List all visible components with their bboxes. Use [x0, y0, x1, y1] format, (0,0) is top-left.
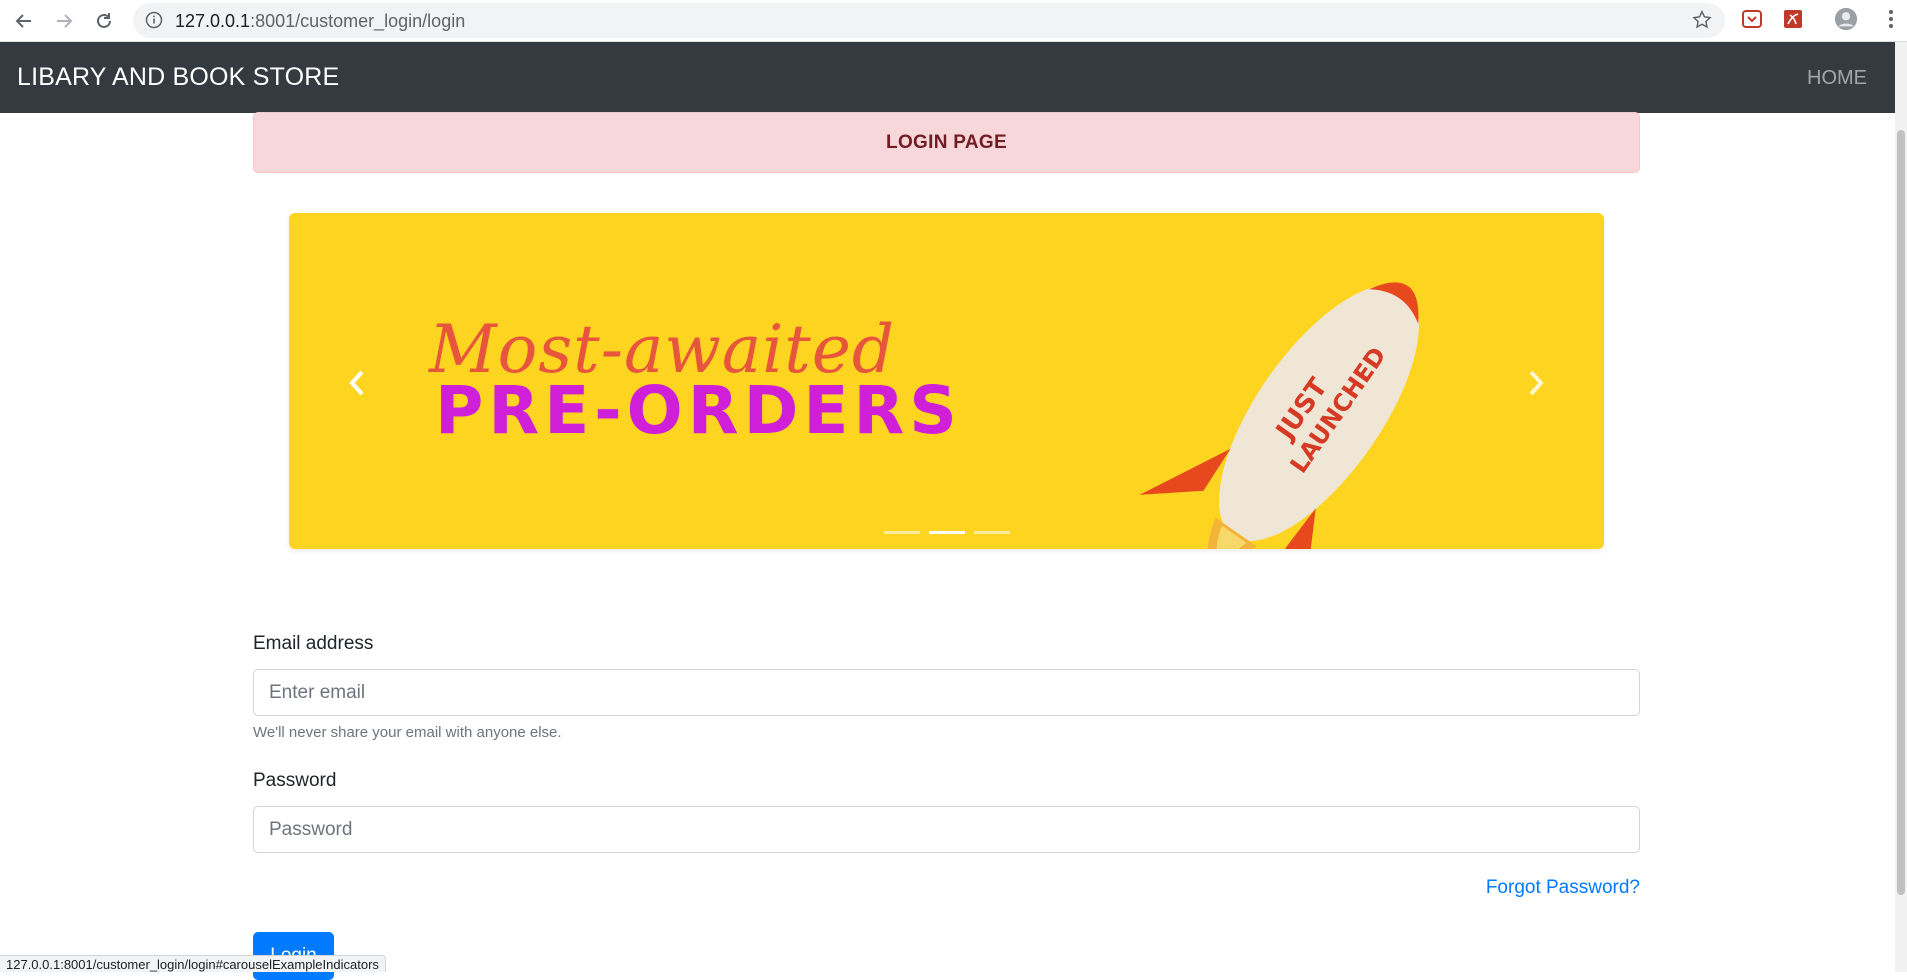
pdf-extension-icon[interactable]: [1781, 7, 1805, 31]
carousel-indicator-active[interactable]: [928, 531, 965, 534]
promo-carousel: Most-awaited PRE-ORDERS JUST LAUNCHED: [289, 213, 1604, 549]
url-path: :8001/customer_login/login: [250, 11, 466, 31]
url-host: 127.0.0.1: [175, 11, 251, 31]
alert-title: LOGIN PAGE: [886, 131, 1007, 153]
email-label: Email address: [253, 633, 374, 654]
email-field[interactable]: [253, 669, 1640, 716]
forward-icon[interactable]: [48, 5, 80, 37]
carousel-indicator[interactable]: [973, 531, 1010, 534]
brand-title[interactable]: LIBARY AND BOOK STORE: [17, 63, 339, 92]
browser-toolbar: 127.0.0.1:8001/customer_login/login: [0, 0, 1907, 42]
password-field[interactable]: [253, 806, 1640, 853]
browser-status-url: 127.0.0.1:8001/customer_login/login#caro…: [0, 955, 386, 972]
bookmark-star-icon[interactable]: [1691, 9, 1713, 36]
site-navbar: LIBARY AND BOOK STORE HOME: [0, 42, 1895, 113]
login-page-alert: LOGIN PAGE: [253, 112, 1640, 173]
forgot-password-link[interactable]: Forgot Password?: [1486, 877, 1640, 899]
rocket-illustration: JUST LAUNCHED: [1139, 282, 1419, 549]
carousel-next-button[interactable]: [1516, 363, 1556, 403]
email-help-text: We'll never share your email with anyone…: [253, 724, 562, 741]
carousel-indicators: [289, 531, 1604, 534]
site-info-icon[interactable]: [145, 11, 163, 34]
browser-menu-icon[interactable]: [1879, 7, 1903, 31]
reload-icon[interactable]: [88, 5, 120, 37]
pocket-extension-icon[interactable]: [1740, 7, 1764, 31]
address-url: 127.0.0.1:8001/customer_login/login: [175, 11, 465, 32]
address-bar[interactable]: 127.0.0.1:8001/customer_login/login: [133, 3, 1725, 38]
nav-home-link[interactable]: HOME: [1807, 67, 1867, 90]
back-icon[interactable]: [8, 5, 40, 37]
password-label: Password: [253, 770, 337, 791]
profile-avatar-icon[interactable]: [1834, 7, 1858, 31]
carousel-main-headline: PRE-ORDERS: [435, 372, 962, 449]
carousel-prev-button[interactable]: [337, 363, 377, 403]
scrollbar-thumb[interactable]: [1897, 130, 1905, 895]
carousel-indicator[interactable]: [883, 531, 920, 534]
